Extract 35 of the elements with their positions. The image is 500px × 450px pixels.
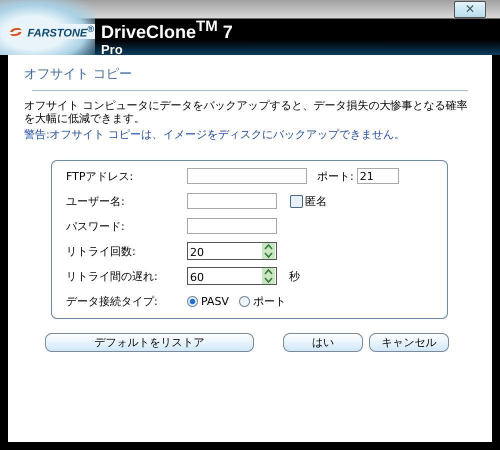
port-label: ポート: [317,168,354,184]
radio-button[interactable] [238,296,250,306]
field-label: ユーザー名: [66,194,126,208]
text-field[interactable] [187,168,307,184]
ok-button[interactable]: はい [283,333,363,352]
radio-label[interactable]: PASV [201,294,229,308]
radio-button[interactable] [187,296,198,306]
field-label: パスワード: [66,218,126,234]
text-field[interactable] [187,218,277,234]
warning-text: 警告:オフサイト コピーは、イメージをディスクにバックアップできません。 [24,127,406,142]
section-title: オフサイト コピー [24,66,134,83]
description-text: オフサイト コンピュータにデータをバックアップすると、データ損失の大惨事となる確率を大幅に低減できます。 [24,99,468,125]
field-label: FTPアドレス: [66,168,134,184]
product-name: DriveClone$^{TM}$ 7 [101,19,233,41]
logo-icon [8,26,24,38]
spin-field[interactable]: 20 [187,242,277,260]
close-button[interactable]: ✕ [454,1,486,18]
radio-label[interactable]: ポート [252,294,286,308]
spin-up-icon[interactable] [262,243,275,251]
restore-defaults-button[interactable]: デフォルトをリストア [45,333,254,352]
spin-down-icon[interactable] [262,251,275,259]
spin-field[interactable]: 60 [187,267,277,285]
brand-name: FARSTONE$^{®}$ [26,24,95,40]
spin-up-icon[interactable] [262,268,275,276]
port-field[interactable]: 21 [356,168,399,184]
cancel-button[interactable]: キャンセル [369,333,449,352]
unit-label: 秒 [289,268,300,284]
checkbox[interactable] [290,194,303,208]
edition-label: Pro [101,43,124,56]
text-field[interactable] [187,193,277,209]
field-label: データ接続タイプ: [66,294,159,308]
field-label: リトライ間の遅れ: [66,268,159,284]
field-label: リトライ回数: [66,244,137,258]
spin-down-icon[interactable] [262,276,275,284]
checkbox-label[interactable]: 匿名 [305,194,327,208]
